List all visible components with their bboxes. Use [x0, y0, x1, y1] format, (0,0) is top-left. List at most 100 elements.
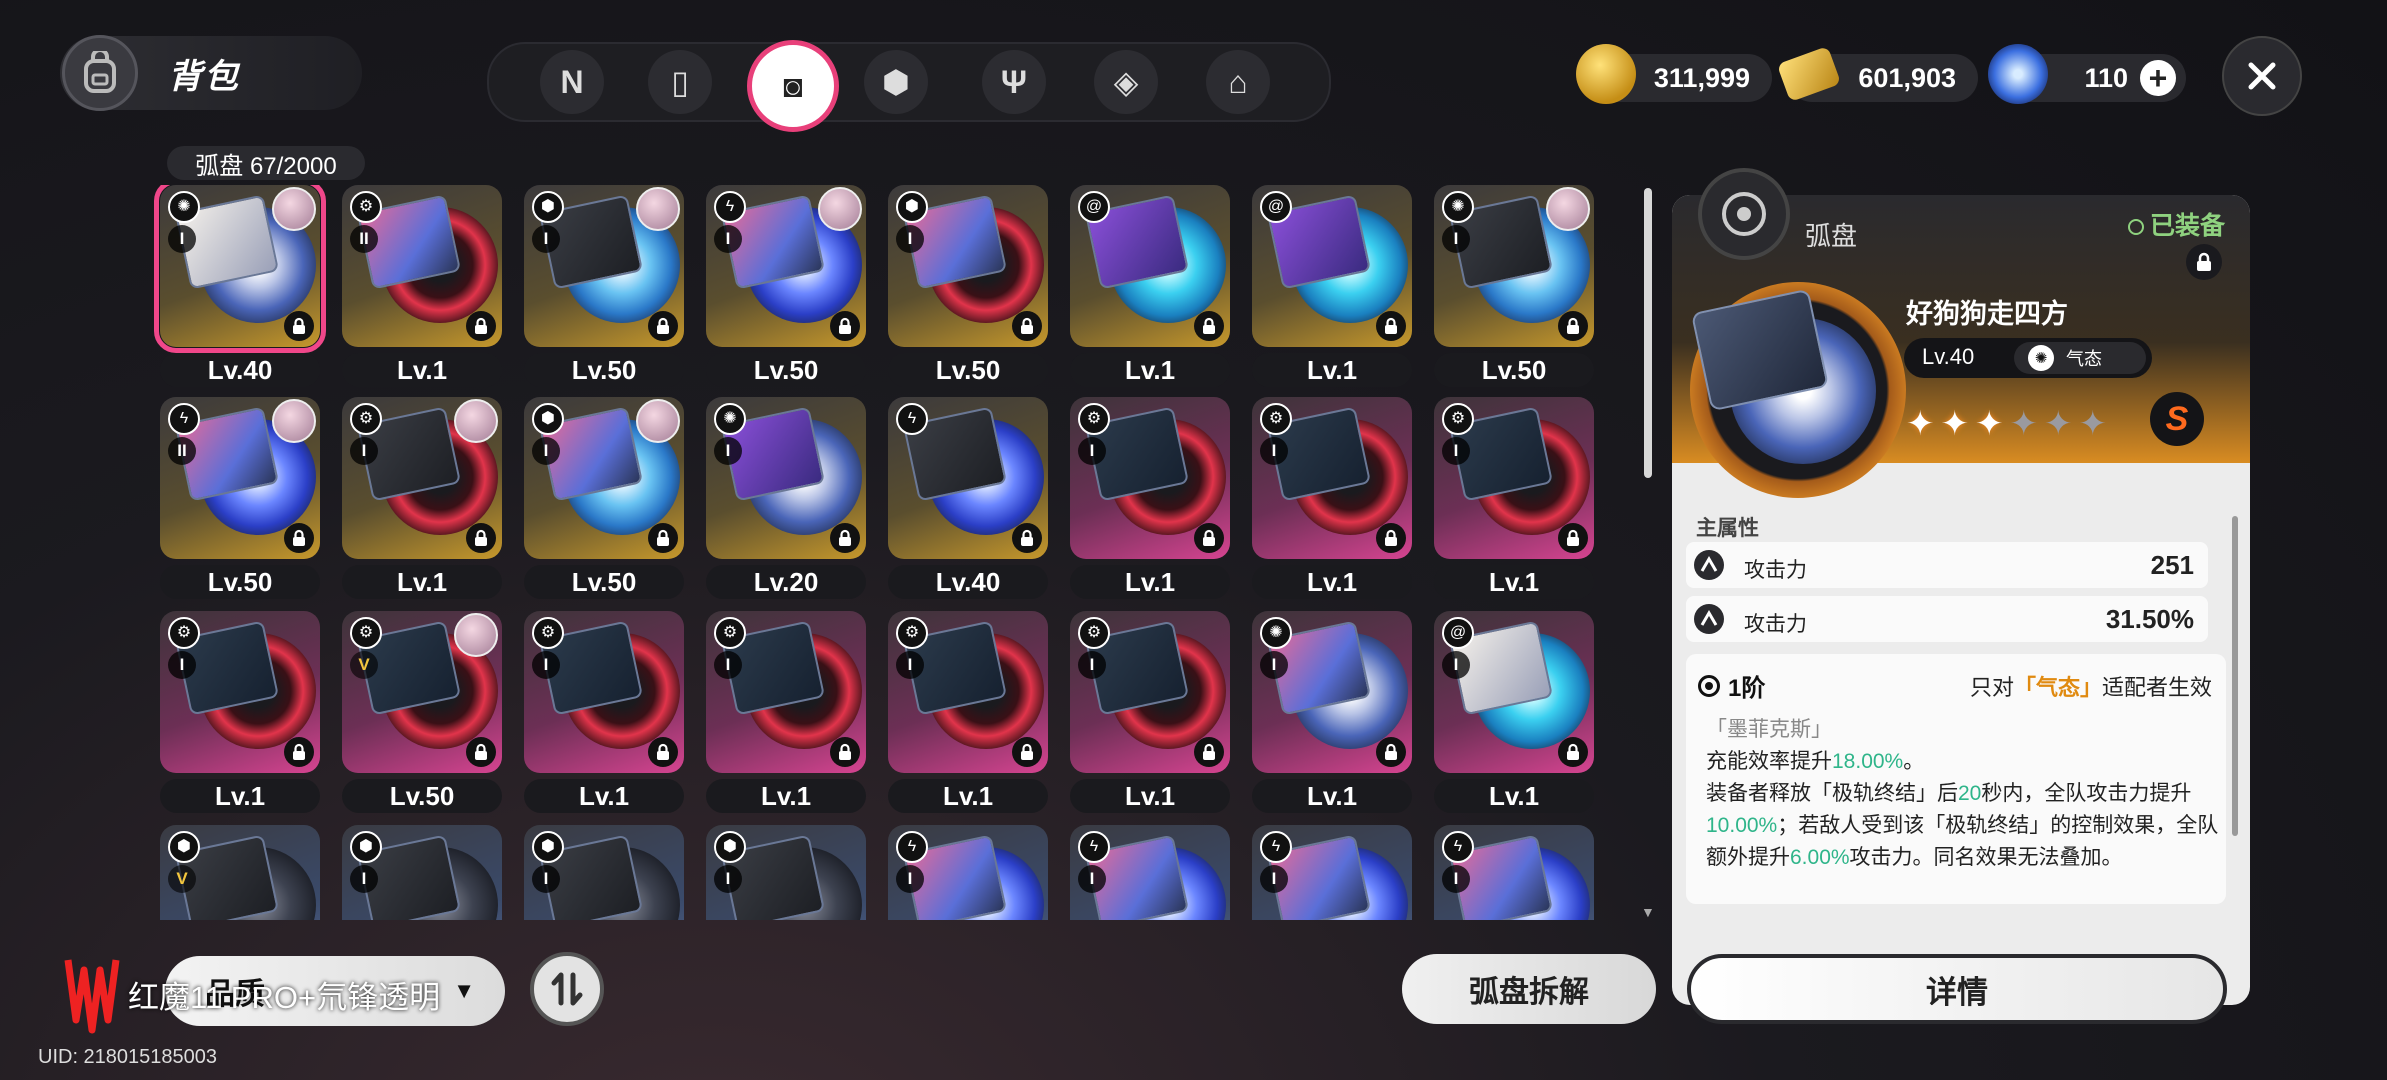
tab-cube-button[interactable]: ⬢: [864, 50, 928, 114]
close-button[interactable]: [2222, 36, 2302, 116]
bolt-attribute-icon: ϟ: [1442, 831, 1474, 863]
wind-attribute-icon: ✺: [2028, 345, 2054, 371]
tab-disc-button[interactable]: ◙: [747, 40, 839, 132]
tab-home-button[interactable]: ⌂: [1206, 50, 1270, 114]
detail-scrollbar[interactable]: [2232, 516, 2238, 836]
disc-card[interactable]: ⚙ I: [1070, 611, 1230, 773]
attribute-restriction: 只对「气态」适配者生效: [1969, 675, 2212, 700]
lock-icon: [2197, 252, 2211, 271]
close-icon: [2248, 62, 2276, 90]
swirl-attribute-icon: @: [1078, 191, 1110, 223]
main-stats-header: 主属性: [1696, 517, 1759, 540]
dice-attribute-icon: ⬢: [714, 831, 746, 863]
lock-icon: [284, 523, 314, 553]
disc-level-label: Lv.1: [1434, 779, 1594, 813]
disc-card[interactable]: ⚙ I: [706, 611, 866, 773]
disc-level-label: Lv.1: [1070, 565, 1230, 599]
disc-card[interactable]: ⚙ II: [342, 185, 502, 347]
tab-cube-icon: ⬢: [882, 64, 910, 100]
lock-icon: [648, 311, 678, 341]
disc-card[interactable]: ✺ I: [706, 397, 866, 559]
disc-level-label: Lv.1: [524, 779, 684, 813]
star-empty-icon: ✦: [2078, 405, 2113, 443]
disc-card[interactable]: ⚙ I: [888, 611, 1048, 773]
tab-gameboy-button[interactable]: ▯: [648, 50, 712, 114]
rank-badge: I: [1442, 651, 1470, 679]
disc-card[interactable]: ⚙ I: [1070, 397, 1230, 559]
disc-card[interactable]: ⚙ I: [160, 611, 320, 773]
rank-badge: I: [168, 651, 196, 679]
rank-badge: I: [532, 437, 560, 465]
rank-badge: V: [350, 651, 378, 679]
disc-card[interactable]: @: [1070, 185, 1230, 347]
disc-card[interactable]: ϟ: [888, 397, 1048, 559]
disc-card[interactable]: ϟI: [706, 185, 866, 347]
sort-order-button[interactable]: [530, 952, 604, 1026]
star-filled-icon: ✦: [1975, 405, 2010, 443]
disc-card[interactable]: ϟI: [1252, 825, 1412, 920]
swirl-attribute-icon: @: [1260, 191, 1292, 223]
equipped-agent-avatar: [272, 187, 316, 231]
lock-icon: [1376, 737, 1406, 767]
rank-badge: I: [714, 865, 742, 893]
device-watermark: 红魔11 PRO+氘锋透明: [128, 980, 441, 1015]
scroll-down-arrow-icon: ▼: [1641, 904, 1655, 920]
disc-card[interactable]: ✺ I: [154, 185, 326, 353]
gear-attribute-icon: ⚙: [1078, 403, 1110, 435]
disc-card[interactable]: ⬢ I: [524, 825, 684, 920]
rank-badge: I: [1442, 865, 1470, 893]
disc-level-label: Lv.1: [1070, 353, 1230, 387]
tab-box-button[interactable]: ◈: [1094, 50, 1158, 114]
crystal-value: 110: [2084, 62, 2128, 93]
disc-card[interactable]: ⬢ I: [706, 825, 866, 920]
tab-food-button[interactable]: Ψ: [982, 50, 1046, 114]
disc-card[interactable]: ⬢ I: [524, 397, 684, 559]
attribute-chip: ✺ 气态: [2014, 342, 2146, 374]
grid-scrollbar[interactable]: [1644, 188, 1652, 478]
disc-card[interactable]: ✺ I: [1252, 611, 1412, 773]
add-crystal-button[interactable]: +: [2140, 60, 2176, 96]
gear-attribute-icon: ⚙: [1442, 403, 1474, 435]
disc-card[interactable]: ⚙ I: [342, 397, 502, 559]
gear-attribute-icon: ⚙: [350, 191, 382, 223]
disc-card[interactable]: ⚙ V: [342, 611, 502, 773]
dismantle-button[interactable]: 弧盘拆解: [1402, 954, 1656, 1024]
ticket-icon: [1776, 45, 1842, 103]
disc-level-label: Lv.1: [1070, 779, 1230, 813]
disc-card[interactable]: ⬢ V: [160, 825, 320, 920]
rank-badge: V: [168, 865, 196, 893]
level-pill: Lv.40 ✺ 气态: [1904, 338, 2152, 378]
lock-icon: [1194, 737, 1224, 767]
disc-card[interactable]: ⬢ I: [342, 825, 502, 920]
detail-lock-button[interactable]: [2186, 244, 2222, 280]
disc-level-label: Lv.50: [888, 353, 1048, 387]
disc-card[interactable]: ⬢ I: [524, 185, 684, 347]
disc-card[interactable]: ✺ I: [1434, 185, 1594, 347]
disc-card[interactable]: ϟI: [1434, 825, 1594, 920]
disc-card[interactable]: ϟI: [1070, 825, 1230, 920]
disc-card[interactable]: ⬢ I: [888, 185, 1048, 347]
details-button[interactable]: 详情: [1687, 954, 2227, 1024]
disc-card[interactable]: ⚙ I: [1434, 397, 1594, 559]
disc-card[interactable]: ⚙ I: [1252, 397, 1412, 559]
wind-attribute-icon: ✺: [1442, 191, 1474, 223]
disc-card[interactable]: ϟI: [888, 825, 1048, 920]
rank-badge: I: [168, 225, 196, 253]
disc-level-label: Lv.50: [706, 353, 866, 387]
equipped-agent-avatar: [454, 399, 498, 443]
tab-n-button[interactable]: N: [540, 50, 604, 114]
disc-card[interactable]: ⚙ I: [524, 611, 684, 773]
lock-icon: [284, 737, 314, 767]
disc-card[interactable]: @ I: [1434, 611, 1594, 773]
chevron-down-icon: ▼: [453, 978, 475, 1003]
lock-icon: [1194, 311, 1224, 341]
disc-level-label: Lv.50: [524, 565, 684, 599]
bag-header: 背包: [60, 35, 362, 111]
ticket-value: 601,903: [1858, 62, 1956, 93]
disc-card[interactable]: ϟ II: [160, 397, 320, 559]
dice-attribute-icon: ⬢: [532, 191, 564, 223]
equipped-agent-avatar: [636, 399, 680, 443]
tab-n-icon: N: [560, 63, 584, 100]
swirl-attribute-icon: @: [1442, 617, 1474, 649]
disc-card[interactable]: @: [1252, 185, 1412, 347]
